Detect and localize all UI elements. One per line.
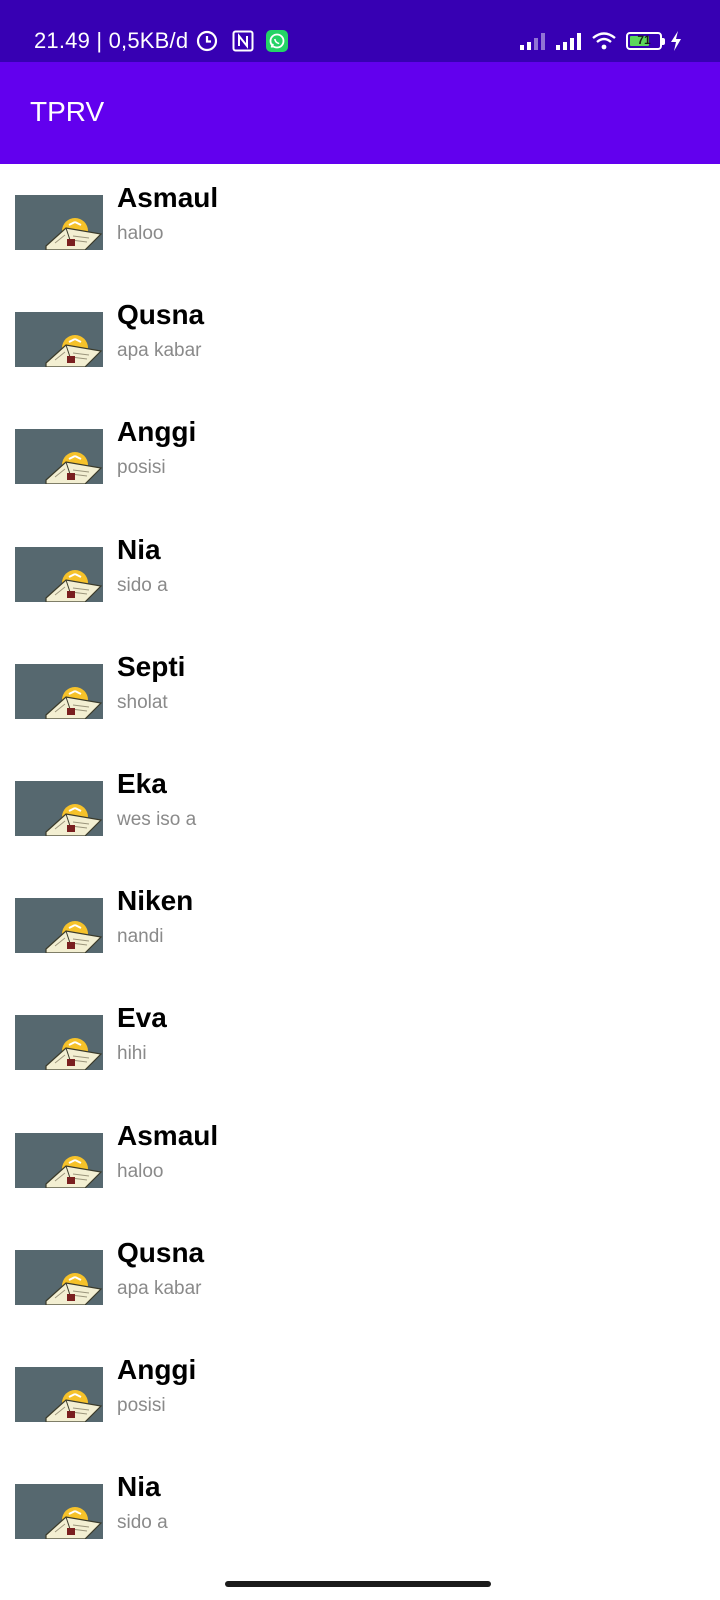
home-indicator[interactable] <box>225 1581 491 1587</box>
book-with-bulb-icon <box>15 1132 103 1188</box>
list-item[interactable]: Nia sido a <box>0 1453 720 1570</box>
item-subtitle: apa kabar <box>117 340 202 362</box>
item-title: Niken <box>117 885 194 917</box>
nfc-icon <box>232 30 254 52</box>
alarm-clock-icon <box>196 30 218 52</box>
battery-icon: 71 <box>626 32 662 50</box>
item-subtitle: nandi <box>117 926 164 948</box>
list-item[interactable]: Eva hihi <box>0 984 720 1101</box>
app-bar: TPRV <box>0 62 720 164</box>
item-title: Eka <box>117 767 167 799</box>
item-title: Anggi <box>117 416 197 448</box>
status-time: 21.49 | 0,5KB/d <box>34 28 189 53</box>
item-subtitle: apa kabar <box>117 1277 202 1299</box>
whatsapp-icon <box>266 30 289 52</box>
book-with-bulb-icon <box>15 429 103 485</box>
item-subtitle: sholat <box>117 691 168 713</box>
item-title: Septi <box>117 650 186 682</box>
item-subtitle: wes iso a <box>117 808 197 830</box>
book-with-bulb-icon <box>15 1484 103 1540</box>
book-with-bulb-icon <box>15 1249 103 1305</box>
list-item[interactable]: Niken nandi <box>0 867 720 984</box>
item-title: Qusna <box>117 299 205 331</box>
book-with-bulb-icon <box>15 195 103 250</box>
item-title: Nia <box>117 1471 161 1503</box>
list-item[interactable]: Septi sholat <box>0 633 720 750</box>
list-item[interactable]: Qusna apa kabar <box>0 1219 720 1336</box>
status-left: 21.49 | 0,5KB/d <box>34 27 289 55</box>
item-title: Eva <box>117 1002 167 1034</box>
battery-level: 71 <box>637 33 651 47</box>
item-title: Asmaul <box>117 182 219 213</box>
signal-icon <box>520 32 546 50</box>
charging-bolt-icon <box>670 31 682 51</box>
signal-icon <box>556 32 582 50</box>
recycler-list[interactable]: Asmaul haloo Qusna apa kabar Anggi posis… <box>0 164 720 1574</box>
book-with-bulb-icon <box>15 898 103 954</box>
list-item[interactable]: Qusna apa kabar <box>0 281 720 398</box>
wifi-icon <box>592 32 616 50</box>
list-item[interactable]: Anggi posisi <box>0 398 720 515</box>
list-item[interactable]: Asmaul haloo <box>0 1102 720 1219</box>
list-item[interactable]: Nia sido a <box>0 516 720 633</box>
item-subtitle: hihi <box>117 1043 147 1065</box>
item-subtitle: posisi <box>117 457 166 479</box>
app-title: TPRV <box>30 96 105 127</box>
status-right: 71 <box>510 28 682 54</box>
book-with-bulb-icon <box>15 1015 103 1071</box>
item-subtitle: posisi <box>117 1394 166 1416</box>
list-item[interactable]: Anggi posisi <box>0 1336 720 1453</box>
item-subtitle: sido a <box>117 1512 168 1534</box>
item-title: Anggi <box>117 1353 197 1385</box>
item-title: Nia <box>117 533 161 565</box>
list-item[interactable]: Eka wes iso a <box>0 750 720 867</box>
list-item[interactable]: Asmaul haloo <box>0 164 720 281</box>
item-subtitle: haloo <box>117 1160 164 1182</box>
status-bar: 21.49 | 0,5KB/d 71 <box>0 0 720 62</box>
item-title: Asmaul <box>117 1119 219 1151</box>
book-with-bulb-icon <box>15 780 103 836</box>
item-subtitle: sido a <box>117 574 168 596</box>
book-with-bulb-icon <box>15 1366 103 1422</box>
battery-tip <box>662 37 665 45</box>
book-with-bulb-icon <box>15 312 103 368</box>
book-with-bulb-icon <box>15 546 103 602</box>
book-with-bulb-icon <box>15 663 103 719</box>
item-title: Qusna <box>117 1236 205 1268</box>
item-subtitle: haloo <box>117 223 164 244</box>
